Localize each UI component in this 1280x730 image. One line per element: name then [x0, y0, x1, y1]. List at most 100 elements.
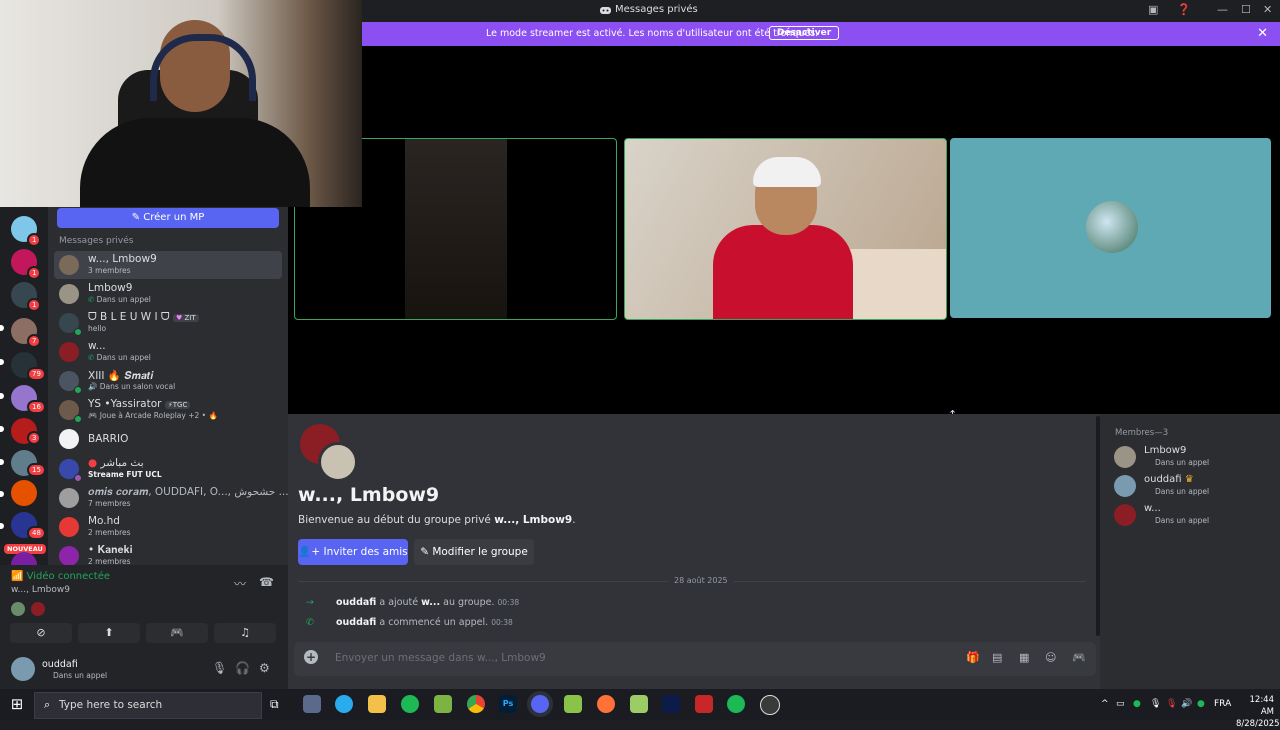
- dm-item[interactable]: YS •Yassirator ⚡TGC 🎮 Joue à Arcade Role…: [54, 396, 282, 424]
- chrome-icon[interactable]: [467, 695, 485, 713]
- member-item[interactable]: w... Dans un appel: [1114, 502, 1274, 528]
- dm-name: Lmbow9: [88, 282, 133, 294]
- participant-avatar[interactable]: [31, 602, 45, 616]
- dm-item-group[interactable]: w..., Lmbow9 3 membres: [54, 251, 282, 279]
- inbox-icon[interactable]: ▣: [1148, 3, 1158, 16]
- server-badge: 15: [27, 463, 46, 477]
- tray-spotify-icon[interactable]: ●: [1197, 699, 1205, 709]
- screen-share-button[interactable]: ⬆: [78, 623, 140, 643]
- participant-avatar[interactable]: [11, 602, 25, 616]
- taskbar-app-icon[interactable]: [695, 695, 713, 713]
- tray-volume-icon[interactable]: 🔊: [1181, 699, 1192, 709]
- search-icon: ⌕: [44, 698, 51, 711]
- spotify-icon[interactable]: [727, 695, 745, 713]
- minimize-button[interactable]: —: [1217, 3, 1228, 16]
- avatar: [59, 546, 79, 565]
- file-explorer-icon[interactable]: [368, 695, 386, 713]
- user-status: Dans un appel: [53, 671, 108, 680]
- tray-app-icon[interactable]: ●: [1133, 699, 1141, 709]
- firefox-icon[interactable]: [597, 695, 615, 713]
- taskbar-app-icon[interactable]: [303, 695, 321, 713]
- headphones-icon[interactable]: 🎧: [235, 661, 250, 675]
- tray-mic-muted-icon[interactable]: 🎙: [1166, 699, 1177, 709]
- taskbar-app-icon[interactable]: [630, 695, 648, 713]
- obs-icon[interactable]: [760, 695, 780, 715]
- close-window-button[interactable]: ✕: [1263, 3, 1272, 16]
- dm-item[interactable]: Lmbow9 ✆ Dans un appel: [54, 280, 282, 308]
- photoshop-icon[interactable]: Ps: [499, 695, 517, 713]
- dm-sub: ✆ Dans un appel: [88, 353, 151, 362]
- message-input-placeholder[interactable]: Envoyer un message dans w..., Lmbow9: [335, 652, 546, 664]
- soundboard-button[interactable]: ♫: [214, 623, 276, 643]
- task-view-icon[interactable]: ⧉: [270, 697, 279, 712]
- windows-taskbar: ⊞ ⌕ Type here to search ⧉ Ps ^ ▭ ● 🎙 🎙 🔊…: [0, 689, 1280, 729]
- dm-item-group[interactable]: 𝒐𝒎𝒊𝒔 𝒄𝒐𝒓𝒂𝒎, OUDDAFI, O..., حشحوش ... 7 m…: [54, 484, 288, 512]
- help-icon[interactable]: ❓: [1177, 3, 1191, 16]
- voice-panel: 📶 Vidéo connectée w..., Lmbow9 〰 ☎ ⊘ ⬆ 🎮…: [0, 565, 288, 649]
- camera-off-button[interactable]: ⊘: [10, 623, 72, 643]
- dm-name: 𝒐𝒎𝒊𝒔 𝒄𝒐𝒓𝒂𝒎, OUDDAFI, O..., حشحوش ...: [88, 486, 288, 498]
- dm-item[interactable]: ᗜ B L E U W I ᗜ ♥ ZIT hello: [54, 309, 282, 337]
- dm-item[interactable]: ● بث مباشر Streame FUT UCL: [54, 455, 282, 483]
- settings-icon[interactable]: ⚙: [259, 661, 270, 675]
- server-icon[interactable]: [11, 480, 37, 506]
- avatar: [59, 488, 79, 508]
- dm-sub: ✆ Dans un appel: [88, 295, 151, 304]
- dm-item[interactable]: BARRIO: [54, 425, 282, 453]
- video-tile-2[interactable]: [624, 138, 947, 320]
- voice-channel-name[interactable]: w..., Lmbow9: [11, 585, 70, 595]
- taskbar-app-icon[interactable]: [564, 695, 582, 713]
- attach-plus-icon[interactable]: +: [304, 650, 318, 664]
- activities-button[interactable]: 🎮: [146, 623, 208, 643]
- microphone-icon[interactable]: 🎙: [212, 661, 227, 675]
- spotify-icon[interactable]: [401, 695, 419, 713]
- invite-friends-button[interactable]: 👤+ Inviter des amis: [298, 539, 408, 565]
- dm-section-label: Messages privés: [59, 236, 134, 246]
- dm-item-group[interactable]: Mo.hd 2 membres: [54, 513, 282, 541]
- clan-tag: ⚡TGC: [164, 401, 191, 409]
- dm-sub: Streame FUT UCL: [88, 470, 162, 479]
- message-input-box[interactable]: + Envoyer un message dans w..., Lmbow9 🎁…: [294, 642, 1096, 676]
- gift-icon[interactable]: 🎁: [966, 651, 980, 664]
- taskbar-app-icon[interactable]: [662, 695, 680, 713]
- scrollbar[interactable]: [1096, 416, 1100, 636]
- gif-icon[interactable]: ▤: [992, 651, 1002, 664]
- edit-group-button[interactable]: ✎ Modifier le groupe: [414, 539, 534, 565]
- sticker-icon[interactable]: ▦: [1019, 651, 1029, 664]
- video-tile-3[interactable]: [950, 138, 1271, 318]
- server-badge: 48: [27, 526, 46, 540]
- member-item[interactable]: Lmbow9 Dans un appel: [1114, 444, 1274, 470]
- discord-taskbar-icon[interactable]: [531, 695, 549, 713]
- date-divider: 28 août 2025: [298, 576, 1086, 585]
- dm-item[interactable]: XIII 🔥 𝑺𝒎𝒂𝒕𝒊 🔊 Dans un salon vocal: [54, 367, 282, 395]
- add-user-icon: 👤+: [298, 546, 324, 558]
- member-status: Dans un appel: [1155, 516, 1210, 525]
- taskbar-app-icon[interactable]: [434, 695, 452, 713]
- disable-streamer-button[interactable]: Désactiver: [769, 26, 840, 40]
- emoji-icon[interactable]: ☺: [1045, 651, 1056, 664]
- noise-suppression-icon[interactable]: 〰: [234, 575, 246, 592]
- maximize-button[interactable]: ☐: [1241, 3, 1251, 16]
- disconnect-icon[interactable]: ☎: [259, 575, 274, 589]
- tray-mic-icon[interactable]: 🎙: [1150, 699, 1161, 709]
- dm-item-group[interactable]: • 𝐊𝐚𝐧𝐞𝐤𝐢 2 membres: [54, 542, 282, 565]
- windows-start-icon[interactable]: ⊞: [0, 689, 34, 720]
- telegram-icon[interactable]: [335, 695, 353, 713]
- dm-item[interactable]: w... ✆ Dans un appel: [54, 338, 282, 366]
- member-name: ouddafi ♛: [1144, 474, 1194, 485]
- clock[interactable]: 12:44 AM 8/28/2025: [1236, 694, 1280, 730]
- tray-network-icon[interactable]: ▭: [1116, 699, 1125, 709]
- create-dm-icon: ✎: [131, 212, 144, 223]
- member-status: Dans un appel: [1155, 487, 1210, 496]
- welcome-text: Bienvenue au début du groupe privé w...,…: [298, 514, 576, 526]
- user-avatar[interactable]: [11, 657, 35, 681]
- close-banner-icon[interactable]: ✕: [1257, 26, 1268, 41]
- search-placeholder: Type here to search: [59, 699, 163, 711]
- tray-chevron-icon[interactable]: ^: [1101, 699, 1109, 709]
- apps-icon[interactable]: 🎮: [1072, 651, 1086, 664]
- language-indicator[interactable]: FRA: [1214, 699, 1231, 709]
- member-item[interactable]: ouddafi ♛ Dans un appel: [1114, 473, 1274, 499]
- taskbar-search[interactable]: ⌕ Type here to search: [34, 692, 262, 719]
- streamer-mode-banner: Le mode streamer est activé. Les noms d'…: [362, 22, 1280, 46]
- create-dm-button[interactable]: ✎ Créer un MP: [57, 208, 279, 228]
